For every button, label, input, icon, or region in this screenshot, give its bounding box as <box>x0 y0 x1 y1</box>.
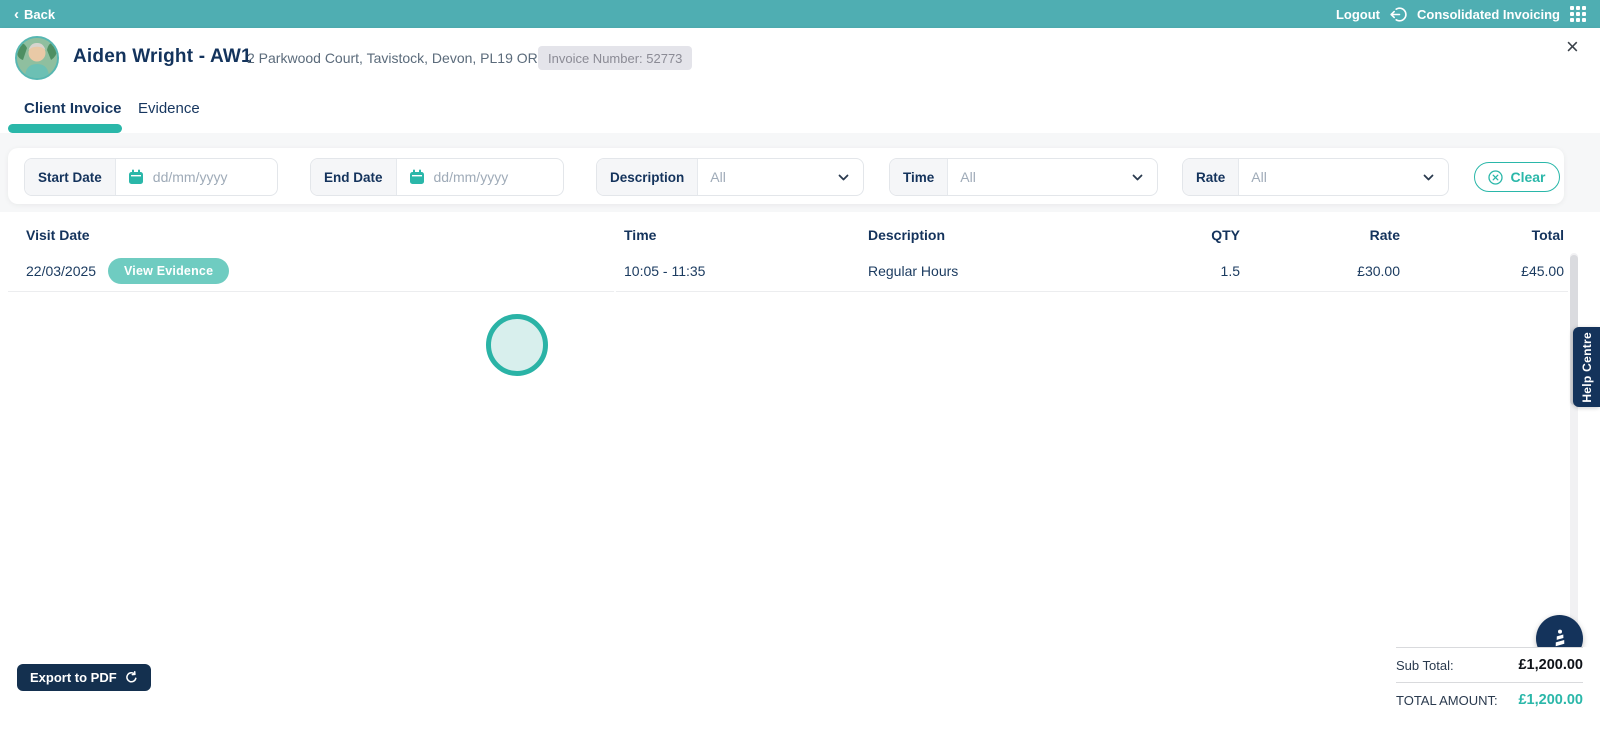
table-body: 18/03/2025 View Evidence 10:05 - 11:35 R… <box>0 252 1600 647</box>
col-header-rate: Rate <box>1370 227 1400 243</box>
time-select-value[interactable]: All <box>960 169 976 185</box>
time-cell: 10:05 - 11:35 <box>624 263 705 279</box>
chevron-down-icon <box>1131 171 1144 184</box>
col-header-qty: QTY <box>1211 227 1240 243</box>
description-cell: Regular Hours <box>868 263 958 279</box>
start-date-label: Start Date <box>25 159 116 195</box>
qty-cell: 1.5 <box>1221 263 1240 279</box>
consolidated-invoicing-link[interactable]: Consolidated Invoicing <box>1417 7 1560 22</box>
tab-evidence[interactable]: Evidence <box>138 100 200 117</box>
sub-total-label: Sub Total: <box>1396 658 1454 673</box>
chevron-down-icon <box>837 171 850 184</box>
logout-button[interactable]: Logout <box>1336 7 1380 22</box>
tab-bar: Client Invoice Evidence <box>0 88 1600 133</box>
client-header: Aiden Wright - AW1 2 Parkwood Court, Tav… <box>0 28 1600 88</box>
footer: Export to PDF Sub Total: £1,200.00 TOTAL… <box>0 647 1600 743</box>
help-centre-label: Help Centre <box>1580 332 1594 403</box>
view-evidence-button[interactable]: View Evidence <box>108 258 229 284</box>
description-filter[interactable]: Description All <box>596 158 864 196</box>
table-row: 22/03/2025 View Evidence 10:05 - 11:35 R… <box>8 252 1568 292</box>
col-header-description: Description <box>868 227 945 243</box>
col-header-total: Total <box>1532 227 1564 243</box>
invoice-table: Visit Date Time Description QTY Rate Tot… <box>0 212 1600 647</box>
start-date-filter[interactable]: Start Date dd/mm/yyyy <box>24 158 278 196</box>
description-label: Description <box>597 159 698 195</box>
close-icon[interactable]: × <box>1566 36 1579 58</box>
end-date-label: End Date <box>311 159 397 195</box>
filter-strip: Start Date dd/mm/yyyy End Date <box>0 133 1600 212</box>
clear-filters-button[interactable]: Clear <box>1474 162 1560 192</box>
rate-filter[interactable]: Rate All <box>1182 158 1449 196</box>
client-name: Aiden Wright - AW1 <box>73 46 252 68</box>
table-header-row: Visit Date Time Description QTY Rate Tot… <box>8 215 1568 255</box>
rate-select-value[interactable]: All <box>1251 169 1267 185</box>
col-header-visit-date: Visit Date <box>26 227 90 243</box>
top-bar: ‹ Back Logout Consolidated Invoicing <box>0 0 1600 28</box>
clear-circle-x-icon <box>1488 170 1503 185</box>
total-amount-label: TOTAL AMOUNT: <box>1396 693 1498 708</box>
totals-block: Sub Total: £1,200.00 TOTAL AMOUNT: £1,20… <box>1396 647 1583 717</box>
client-avatar <box>15 36 59 80</box>
table-scrollbar[interactable] <box>1570 253 1578 651</box>
sub-total-value: £1,200.00 <box>1518 657 1583 673</box>
sub-total-row: Sub Total: £1,200.00 <box>1396 648 1583 682</box>
apps-grid-icon[interactable] <box>1570 6 1586 22</box>
total-amount-value: £1,200.00 <box>1518 692 1583 708</box>
time-filter[interactable]: Time All <box>889 158 1158 196</box>
active-tab-indicator <box>8 124 122 133</box>
total-cell: £45.00 <box>1521 263 1564 279</box>
total-amount-row: TOTAL AMOUNT: £1,200.00 <box>1396 683 1583 717</box>
refresh-icon <box>125 671 138 684</box>
export-label: Export to PDF <box>30 670 117 685</box>
client-address: 2 Parkwood Court, Tavistock, Devon, PL19… <box>247 50 548 66</box>
start-date-input[interactable]: dd/mm/yyyy <box>153 169 228 185</box>
description-select-value[interactable]: All <box>710 169 726 185</box>
help-centre-tab[interactable]: Help Centre <box>1573 327 1600 407</box>
end-date-input[interactable]: dd/mm/yyyy <box>434 169 509 185</box>
back-chevron-icon: ‹ <box>14 7 19 22</box>
filter-card: Start Date dd/mm/yyyy End Date <box>8 148 1564 204</box>
calendar-icon <box>409 169 425 185</box>
chevron-down-icon <box>1422 171 1435 184</box>
back-label: Back <box>24 7 55 22</box>
clear-label: Clear <box>1510 169 1545 185</box>
tab-client-invoice[interactable]: Client Invoice <box>24 100 122 117</box>
back-button[interactable]: ‹ Back <box>14 7 55 22</box>
export-to-pdf-button[interactable]: Export to PDF <box>17 664 151 691</box>
col-header-time: Time <box>624 227 656 243</box>
invoice-number-badge: Invoice Number: 52773 <box>538 46 692 70</box>
time-label: Time <box>890 159 948 195</box>
rate-cell: £30.00 <box>1357 263 1400 279</box>
rate-label: Rate <box>1183 159 1239 195</box>
visit-date-cell: 22/03/2025 <box>26 263 96 279</box>
calendar-icon <box>128 169 144 185</box>
logout-icon[interactable] <box>1390 6 1407 23</box>
end-date-filter[interactable]: End Date dd/mm/yyyy <box>310 158 564 196</box>
